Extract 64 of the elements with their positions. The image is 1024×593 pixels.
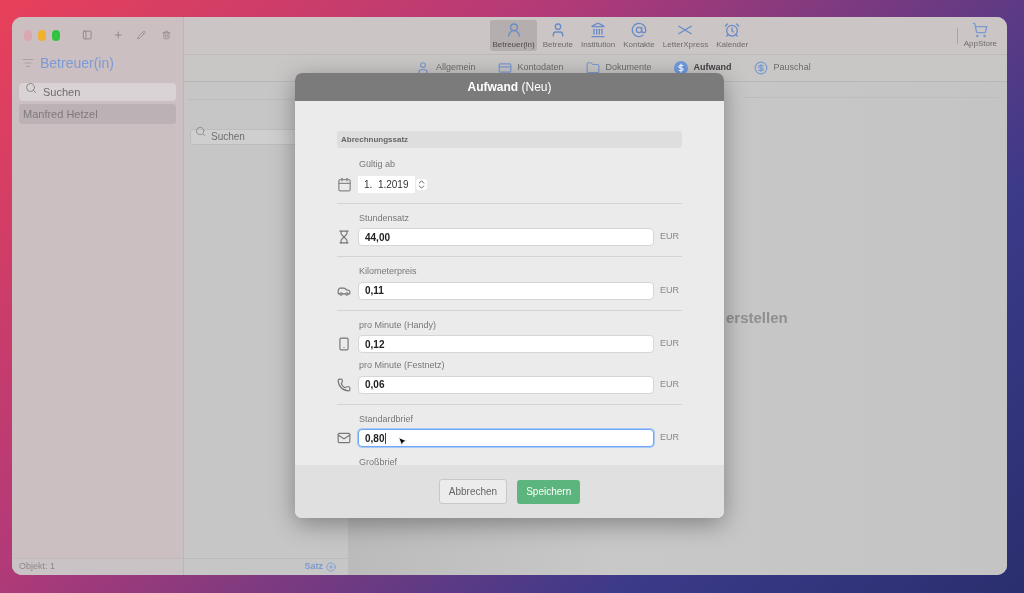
toolbar-button[interactable]: Kontakte: [621, 20, 657, 51]
empty-hint: erstellen: [726, 308, 788, 328]
dialog-title: Aufwand (Neu): [467, 79, 552, 96]
amount-field[interactable]: 44,00: [358, 228, 654, 246]
mail-icon: [337, 431, 351, 445]
sidebar-title: Betreuer(in): [40, 53, 114, 73]
toolbar-button[interactable]: LetterXpress: [660, 20, 711, 51]
save-button[interactable]: Speichern: [517, 479, 581, 504]
add-icon: [326, 562, 336, 572]
card-icon: [497, 61, 512, 75]
building-icon: [590, 22, 607, 38]
amount-field[interactable]: 0,06: [358, 375, 654, 394]
tab[interactable]: Dokumente: [585, 61, 652, 75]
mouse-pointer-icon: [397, 436, 408, 447]
field-label: Kilometerpreis: [359, 266, 417, 276]
cancel-button[interactable]: Abbrechen: [438, 479, 508, 504]
field-label: pro Minute (Festnetz): [359, 360, 445, 370]
sidebar-toggle-icon[interactable]: [82, 28, 93, 42]
section-heading: Abrechnungssatz: [341, 133, 409, 146]
field-label: Stundensatz: [359, 212, 410, 223]
sidebar-item[interactable]: Manfred Hetzel: [19, 104, 176, 124]
phone-icon: [337, 377, 351, 392]
search-icon: [195, 126, 206, 137]
field-label: Großbrief: [359, 457, 397, 465]
hourglass-icon: [337, 230, 351, 244]
tab[interactable]: Allgemein: [416, 61, 476, 75]
unit-label: EUR: [660, 230, 679, 244]
add-rate-button[interactable]: Satz: [304, 560, 336, 574]
edit-icon[interactable]: [137, 29, 147, 41]
tab[interactable]: Pauschal: [753, 61, 811, 75]
calendar-icon: [337, 176, 352, 192]
toolbar-button[interactable]: Kalender: [714, 20, 751, 51]
field-label: Standardbrief: [359, 413, 414, 424]
store-button[interactable]: AppStore: [963, 21, 1007, 50]
person-icon: [416, 61, 430, 75]
delete-icon[interactable]: [162, 29, 171, 41]
unit-label: EUR: [660, 337, 679, 351]
maximize-window-icon[interactable]: [52, 29, 61, 41]
folder-icon: [585, 61, 600, 75]
tab[interactable]: Kontodaten: [497, 61, 564, 75]
amount-field[interactable]: 0,80: [358, 429, 654, 447]
field-label: Gültig ab: [359, 159, 396, 169]
field-label: pro Minute (Handy): [359, 319, 437, 330]
stepper-icon[interactable]: [416, 178, 427, 190]
toolbar-button[interactable]: Betreuer(in): [490, 20, 537, 51]
toolbar-button[interactable]: Institution: [578, 20, 618, 51]
search-field[interactable]: Suchen: [19, 83, 176, 101]
date-field[interactable]: 1. 1.2019: [358, 175, 415, 193]
unit-label: EUR: [660, 283, 679, 297]
unit-label: EUR: [660, 377, 679, 391]
add-icon[interactable]: [112, 28, 124, 42]
filter-icon[interactable]: [22, 57, 34, 69]
minimize-window-icon[interactable]: [38, 29, 47, 41]
unit-label: EUR: [660, 431, 679, 445]
dollar-icon: [753, 61, 768, 75]
at-sign-icon: [631, 22, 647, 38]
amount-field[interactable]: 0,11: [358, 281, 654, 300]
search-icon: [25, 82, 37, 94]
smartphone-icon: [337, 337, 351, 351]
alarm-clock-icon: [724, 22, 741, 38]
amount-field[interactable]: 0,12: [358, 335, 654, 353]
toolbar-button[interactable]: Betreute: [540, 20, 575, 51]
cart-icon: [972, 21, 989, 38]
person-icon: [505, 22, 522, 38]
